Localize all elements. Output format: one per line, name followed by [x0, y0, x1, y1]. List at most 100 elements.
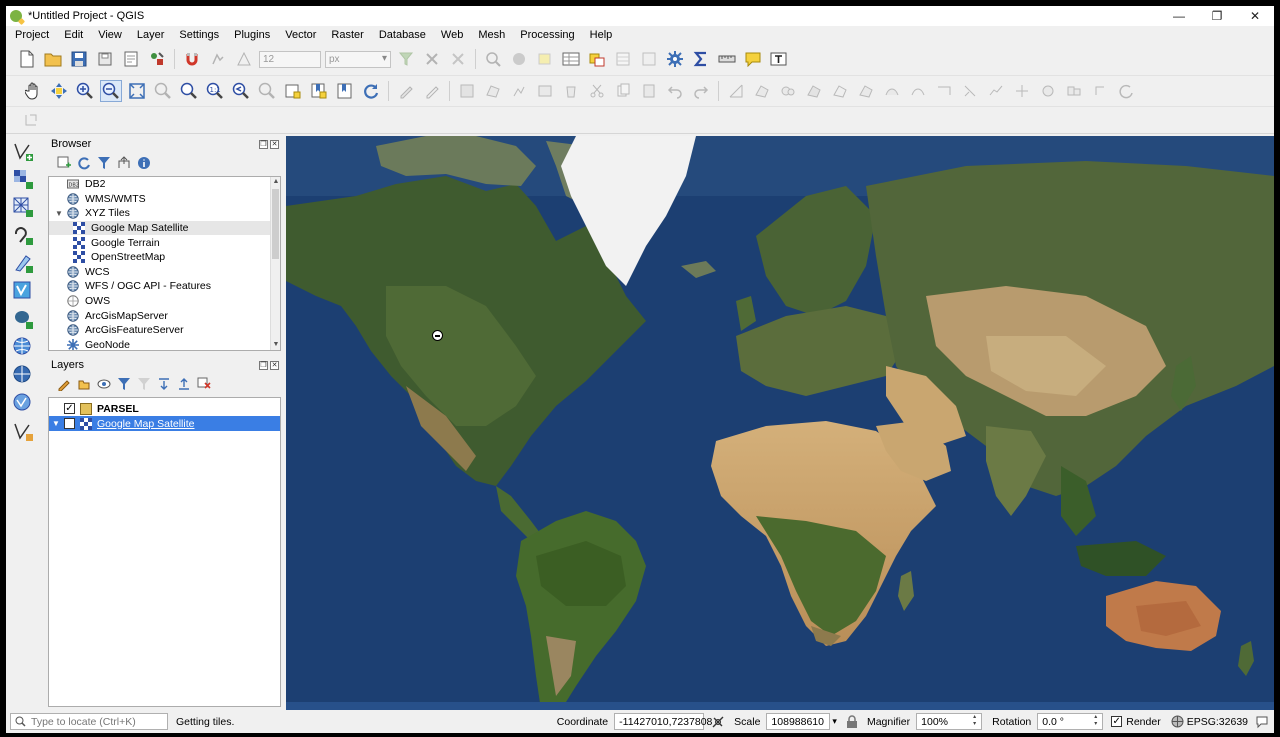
statistics-sigma-icon[interactable] — [690, 48, 712, 70]
add-mesh-layer-icon[interactable] — [11, 195, 35, 219]
current-edits-icon[interactable] — [421, 80, 443, 102]
add-wms-layer-icon[interactable] — [11, 335, 35, 359]
add-layer-icon[interactable] — [56, 155, 72, 171]
add-vector-layer-icon[interactable] — [11, 139, 35, 163]
trim-extend-icon[interactable] — [959, 80, 981, 102]
new-project-icon[interactable] — [16, 48, 38, 70]
add-spatialite-icon[interactable] — [11, 279, 35, 303]
browser-item[interactable]: DB2 DB2 — [49, 177, 280, 192]
collapse-arrow-icon[interactable]: ▼ — [52, 419, 60, 428]
split-parts-icon[interactable] — [1037, 80, 1059, 102]
toggle-extents-icon[interactable] — [710, 714, 726, 730]
delete-icon[interactable] — [560, 80, 582, 102]
menu-view[interactable]: View — [89, 29, 128, 41]
menu-vector[interactable]: Vector — [276, 29, 322, 41]
add-part-icon[interactable] — [777, 80, 799, 102]
info-icon[interactable] — [136, 155, 152, 171]
lock-scale-icon[interactable] — [845, 715, 859, 729]
zoom-in-icon[interactable] — [74, 80, 96, 102]
filter-expression-icon[interactable] — [136, 376, 152, 392]
action-icon[interactable] — [508, 48, 530, 70]
menu-edit[interactable]: Edit — [55, 29, 89, 41]
filter-icon[interactable] — [96, 155, 112, 171]
offset-curve-icon[interactable] — [907, 80, 929, 102]
menu-processing[interactable]: Processing — [511, 29, 580, 41]
add-geopackage-icon[interactable] — [11, 251, 35, 275]
zoom-selection-icon[interactable] — [152, 80, 174, 102]
close-panel-button[interactable]: ✕ — [270, 139, 279, 149]
menu-raster[interactable]: Raster — [322, 29, 369, 41]
layer-row-google-map-satellite[interactable]: ▼ ✓ Google Map Satellite — [49, 416, 280, 431]
minimize-button[interactable]: — — [1160, 6, 1198, 26]
zoom-native-icon[interactable]: 1:1 — [204, 80, 226, 102]
map-tips-icon[interactable] — [742, 48, 764, 70]
collapse-layers-icon[interactable] — [176, 376, 192, 392]
menu-web[interactable]: Web — [432, 29, 469, 41]
magnifier-spinbox[interactable]: 100% — [916, 713, 983, 730]
identify-icon[interactable] — [482, 48, 504, 70]
float-panel-button[interactable]: ❐ — [259, 139, 268, 149]
expand-arrow-icon[interactable]: ▼ — [55, 209, 63, 218]
deselect-icon[interactable] — [421, 48, 443, 70]
manage-visibility-icon[interactable] — [96, 376, 112, 392]
rotation-spinbox[interactable]: 0.0 ° — [1037, 713, 1104, 730]
open-table-icon[interactable] — [612, 48, 634, 70]
layer-row-parsel[interactable]: ✓ PARSEL — [49, 401, 280, 416]
refresh-browser-icon[interactable] — [76, 155, 92, 171]
reverse-line-icon[interactable] — [933, 80, 955, 102]
select-features-icon[interactable] — [534, 48, 556, 70]
browser-item[interactable]: ▼ XYZ Tiles — [49, 206, 280, 221]
cut-icon[interactable] — [586, 80, 608, 102]
select-filter-icon[interactable] — [395, 48, 417, 70]
browser-item[interactable]: Google Terrain — [49, 235, 280, 250]
rotate-point-icon[interactable] — [1089, 80, 1111, 102]
coordinate-field[interactable]: -11427010,7237808 — [614, 713, 712, 730]
save-as-icon[interactable] — [94, 48, 116, 70]
browser-item[interactable]: WMS/WMTS — [49, 192, 280, 207]
browser-item[interactable]: ArcGisFeatureServer — [49, 323, 280, 338]
label-tool-icon[interactable] — [20, 109, 42, 131]
delete-part-icon[interactable] — [855, 80, 877, 102]
new-shapefile-icon[interactable] — [11, 419, 35, 443]
expand-all-icon[interactable] — [156, 376, 172, 392]
add-postgis-icon[interactable] — [11, 307, 35, 331]
paste-icon[interactable] — [638, 80, 660, 102]
crs-globe-icon[interactable] — [1171, 715, 1185, 729]
menu-settings[interactable]: Settings — [170, 29, 225, 41]
text-annotation-icon[interactable] — [768, 48, 790, 70]
layer-visibility-checkbox[interactable]: ✓ — [64, 403, 75, 414]
magnet-icon[interactable] — [181, 48, 203, 70]
save-project-icon[interactable] — [68, 48, 90, 70]
measure-icon[interactable] — [716, 48, 738, 70]
delete-selected-icon[interactable] — [447, 48, 469, 70]
add-group-icon[interactable] — [76, 376, 92, 392]
scale-dropdown-icon[interactable]: ▾ — [832, 716, 837, 727]
browser-scrollbar[interactable]: ▲ ▼ — [270, 177, 280, 350]
menu-project[interactable]: Project — [6, 29, 55, 41]
redo-icon[interactable] — [690, 80, 712, 102]
close-layers-button[interactable]: ✕ — [270, 360, 279, 370]
add-raster-layer-icon[interactable] — [11, 167, 35, 191]
zoom-full-icon[interactable] — [126, 80, 148, 102]
map-canvas[interactable] — [286, 136, 1274, 710]
zoom-last-icon[interactable] — [230, 80, 252, 102]
open-project-icon[interactable] — [42, 48, 64, 70]
pan-to-selection-icon[interactable] — [48, 80, 70, 102]
style-manager-icon[interactable] — [146, 48, 168, 70]
zoom-layer-icon[interactable] — [178, 80, 200, 102]
menu-database[interactable]: Database — [370, 29, 432, 41]
browser-item[interactable]: OpenStreetMap — [49, 250, 280, 265]
menu-plugins[interactable]: Plugins — [225, 29, 276, 41]
modify-attributes-icon[interactable] — [534, 80, 556, 102]
delete-ring-icon[interactable] — [829, 80, 851, 102]
browser-item[interactable]: WFS / OGC API - Features — [49, 279, 280, 294]
save-edits-icon[interactable] — [456, 80, 478, 102]
toggle-editing-icon[interactable] — [395, 80, 417, 102]
digitize-icon[interactable] — [207, 48, 229, 70]
field-calc-icon[interactable] — [638, 48, 660, 70]
browser-item[interactable]: WCS — [49, 265, 280, 280]
menu-mesh[interactable]: Mesh — [469, 29, 511, 41]
fill-ring-icon[interactable] — [803, 80, 825, 102]
rotate-icon[interactable] — [1115, 80, 1137, 102]
add-feature-icon[interactable] — [508, 80, 530, 102]
